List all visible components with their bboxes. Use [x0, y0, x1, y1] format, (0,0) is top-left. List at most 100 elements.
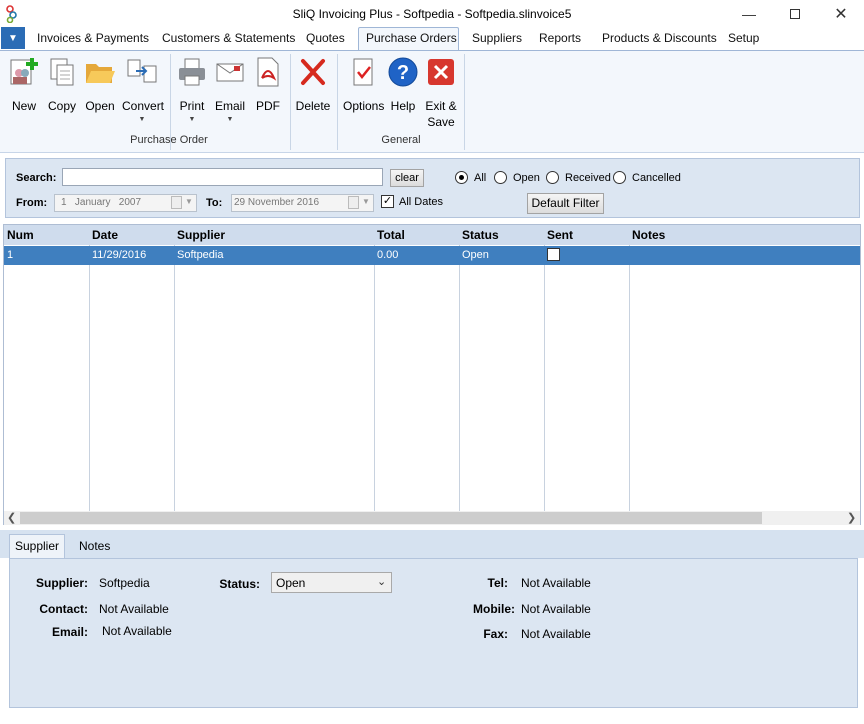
exit-label-line2: Save — [427, 115, 455, 129]
tab-quotes[interactable]: Quotes — [306, 31, 345, 45]
minimize-button[interactable]: — — [726, 0, 772, 28]
from-date-picker[interactable]: 1 January 2007 ▼ — [54, 194, 197, 212]
tab-supplier[interactable]: Supplier — [9, 534, 65, 559]
to-date-value: 29 November 2016 — [234, 197, 320, 208]
chevron-down-icon: ⌄ — [377, 576, 387, 588]
column-sent[interactable]: Sent — [547, 225, 573, 245]
table-row[interactable]: 1 11/29/2016 Softpedia 0.00 Open — [4, 246, 860, 265]
radio-received[interactable] — [546, 171, 559, 184]
help-label: Help — [390, 99, 416, 113]
tab-invoices-payments[interactable]: Invoices & Payments — [37, 31, 149, 45]
tel-label: Tel: — [487, 576, 508, 590]
tab-suppliers[interactable]: Suppliers — [472, 31, 522, 45]
print-button[interactable]: Print ▼ — [172, 56, 212, 126]
chevron-down-icon: ▼ — [185, 197, 193, 206]
exit-save-label: Exit & Save — [421, 98, 461, 130]
column-divider — [459, 245, 460, 511]
tab-customers-statements[interactable]: Customers & Statements — [162, 31, 295, 45]
copy-button[interactable]: Copy — [42, 56, 82, 126]
maximize-icon — [790, 9, 800, 19]
column-divider — [544, 245, 545, 511]
contact-label: Contact: — [39, 602, 88, 616]
to-date-picker[interactable]: 29 November 2016 ▼ — [231, 194, 374, 212]
radio-all[interactable] — [455, 171, 468, 184]
pdf-label: PDF — [256, 99, 280, 113]
ribbon-separator — [337, 54, 338, 150]
status-dropdown[interactable]: Open ⌄ — [271, 572, 392, 593]
copy-label: Copy — [47, 99, 76, 113]
column-total[interactable]: Total — [377, 225, 405, 245]
help-question-icon: ? — [388, 57, 418, 87]
column-divider — [174, 245, 175, 511]
chevron-down-icon: ▼ — [362, 197, 370, 206]
horizontal-scrollbar[interactable]: ❮ ❯ — [4, 511, 860, 525]
tab-reports[interactable]: Reports — [539, 31, 581, 45]
scroll-right-icon[interactable]: ❯ — [847, 511, 856, 525]
tab-notes[interactable]: Notes — [79, 539, 110, 553]
column-date[interactable]: Date — [92, 225, 118, 245]
email-icon — [216, 63, 244, 82]
help-button[interactable]: ? Help — [383, 56, 423, 126]
radio-all-label: All — [474, 172, 487, 184]
supplier-label: Supplier: — [35, 576, 88, 590]
tab-purchase-orders[interactable]: Purchase Orders — [366, 31, 457, 45]
close-button[interactable]: ✕ — [818, 0, 864, 28]
tel-value: Not Available — [521, 576, 591, 590]
sent-checkbox[interactable] — [547, 248, 560, 261]
print-dropdown-icon: ▼ — [188, 116, 196, 123]
radio-open-label: Open — [513, 172, 540, 184]
tab-setup[interactable]: Setup — [728, 31, 759, 45]
scrollbar-thumb[interactable] — [20, 512, 762, 524]
maximize-button[interactable] — [772, 0, 818, 28]
convert-label: Convert — [122, 99, 165, 113]
fax-value: Not Available — [521, 627, 591, 641]
exit-save-button[interactable]: Exit & Save — [421, 56, 461, 129]
contact-value: Not Available — [99, 602, 169, 616]
printer-icon — [179, 58, 205, 86]
search-input[interactable] — [62, 168, 383, 186]
mobile-value: Not Available — [521, 602, 591, 616]
svg-text:?: ? — [397, 62, 409, 84]
column-supplier[interactable]: Supplier — [177, 225, 225, 245]
default-filter-button[interactable]: Default Filter — [527, 193, 604, 214]
scroll-left-icon[interactable]: ❮ — [7, 511, 16, 525]
delete-button[interactable]: Delete — [293, 56, 333, 126]
column-status[interactable]: Status — [462, 225, 499, 245]
email-label: Email: — [51, 625, 88, 639]
options-button[interactable]: Options — [343, 56, 384, 126]
new-label: New — [11, 99, 36, 113]
convert-icon — [127, 59, 157, 83]
new-button[interactable]: New — [4, 56, 44, 126]
application-menu-button[interactable]: ▼ — [1, 27, 25, 49]
status-dropdown-value: Open — [276, 576, 306, 590]
email-dropdown-icon: ▼ — [226, 116, 234, 123]
status-label: Status: — [219, 577, 260, 591]
search-label: Search: — [16, 172, 57, 184]
ribbon-separator — [290, 54, 291, 150]
delete-label: Delete — [295, 99, 331, 113]
radio-cancelled[interactable] — [613, 171, 626, 184]
radio-cancelled-label: Cancelled — [632, 172, 681, 184]
options-checklist-icon — [353, 58, 373, 86]
cell-total: 0.00 — [377, 249, 399, 261]
checkmark-icon: ✓ — [382, 195, 393, 207]
group-label-general: General — [381, 134, 421, 146]
email-label: Email — [214, 99, 245, 113]
pdf-button[interactable]: PDF — [248, 56, 288, 126]
new-document-icon — [10, 58, 38, 85]
radio-open[interactable] — [494, 171, 507, 184]
open-button[interactable]: Open — [80, 56, 120, 126]
tab-products-discounts[interactable]: Products & Discounts — [602, 31, 717, 45]
clear-button[interactable]: clear — [390, 169, 424, 187]
all-dates-checkbox[interactable]: ✓ — [381, 195, 394, 208]
radio-received-label: Received — [565, 172, 611, 184]
supplier-value: Softpedia — [99, 576, 150, 590]
convert-button[interactable]: Convert ▼ — [122, 56, 165, 126]
email-button[interactable]: Email ▼ — [210, 56, 250, 126]
detail-tabs — [0, 530, 864, 558]
exit-label-line1: Exit & — [425, 99, 457, 113]
column-notes[interactable]: Notes — [632, 225, 665, 245]
column-num[interactable]: Num — [7, 225, 34, 245]
purchase-orders-table: Num Date Supplier Total Status Sent Note… — [3, 224, 861, 525]
table-header: Num Date Supplier Total Status Sent Note… — [4, 225, 860, 245]
